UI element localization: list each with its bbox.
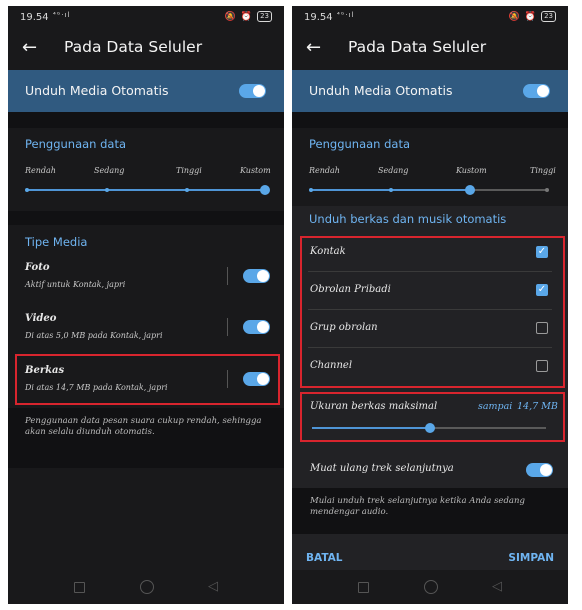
auto-download-toggle[interactable] (239, 84, 266, 98)
page-title: Pada Data Seluler (348, 38, 487, 56)
battery-icon: 23 (257, 11, 272, 22)
auto-download-toggle[interactable] (523, 84, 550, 98)
auto-download-label: Unduh Media Otomatis (25, 83, 169, 98)
media-type-title: Tipe Media (25, 235, 88, 249)
back-nav-icon[interactable]: ◁ (208, 579, 218, 594)
usage-slider-stop (25, 188, 29, 192)
usage-section-title: Penggunaan data (25, 137, 127, 151)
save-button[interactable]: SIMPAN (508, 552, 554, 564)
usage-section-title: Penggunaan data (309, 137, 411, 151)
highlight-box (300, 236, 565, 388)
usage-level-high[interactable]: Tinggi (530, 166, 556, 175)
usage-level-medium[interactable]: Sedang (378, 166, 408, 175)
media-item-name: Foto (25, 262, 50, 273)
battery-icon: 23 (541, 11, 556, 22)
usage-level-custom[interactable]: Kustom (240, 166, 271, 175)
phone-screen-right: 19.54 ⁴ᴳ·ıl 🔕 ⏰ 23 ← Pada Data Seluler U… (292, 6, 568, 604)
usage-level-low[interactable]: Rendah (309, 166, 340, 175)
media-item-sub: Aktif untuk Kontak, japri (25, 280, 126, 289)
preload-label: Muat ulang trek selanjutnya (310, 463, 454, 474)
usage-level-medium[interactable]: Sedang (94, 166, 124, 175)
status-time: 19.54 (20, 12, 49, 23)
highlight-box (300, 392, 565, 442)
home-icon[interactable] (140, 580, 154, 594)
media-item-sub: Di atas 5,0 MB pada Kontak, japri (25, 331, 163, 340)
signal-indicator: ⁴ᴳ·ıl (337, 11, 355, 19)
voice-note-info: Penggunaan data pesan suara cukup rendah… (25, 416, 262, 437)
recent-apps-icon[interactable] (74, 582, 85, 593)
back-arrow-icon[interactable]: ← (22, 37, 37, 58)
usage-slider-track[interactable] (471, 189, 547, 191)
auto-download-row[interactable]: Unduh Media Otomatis (8, 70, 284, 112)
usage-slider-thumb[interactable] (465, 185, 475, 195)
recent-apps-icon[interactable] (358, 582, 369, 593)
media-item-name: Video (25, 313, 57, 324)
home-icon[interactable] (424, 580, 438, 594)
auto-download-files-dialog: Unduh berkas dan musik otomatis Kontak ✓… (292, 206, 568, 572)
usage-level-low[interactable]: Rendah (25, 166, 56, 175)
status-bar: 19.54 ⁴ᴳ·ıl 🔕 ⏰ 23 (292, 6, 568, 28)
usage-slider-stop (185, 188, 189, 192)
app-bar: ← Pada Data Seluler (8, 28, 284, 70)
auto-download-label: Unduh Media Otomatis (309, 83, 453, 98)
alarm-icon: ⏰ (240, 11, 253, 22)
photo-toggle[interactable] (243, 269, 270, 283)
mute-icon: 🔕 (224, 11, 236, 22)
app-bar: ← Pada Data Seluler (292, 28, 568, 70)
back-arrow-icon[interactable]: ← (306, 37, 321, 58)
dialog-title: Unduh berkas dan musik otomatis (309, 212, 507, 226)
preload-note: Mulai unduh trek selanjutnya ketika Anda… (310, 496, 525, 517)
back-nav-icon[interactable]: ◁ (492, 579, 502, 594)
status-bar: 19.54 ⁴ᴳ·ıl 🔕 ⏰ 23 (8, 6, 284, 28)
page-title: Pada Data Seluler (64, 38, 203, 56)
cancel-button[interactable]: BATAL (306, 552, 342, 564)
auto-download-row[interactable]: Unduh Media Otomatis (292, 70, 568, 112)
system-nav-bar: ◁ (8, 570, 284, 604)
signal-indicator: ⁴ᴳ·ıl (53, 11, 71, 19)
usage-slider-stop (105, 188, 109, 192)
system-nav-bar: ◁ (292, 570, 568, 604)
phone-screen-left: 19.54 ⁴ᴳ·ıl 🔕 ⏰ 23 ← Pada Data Seluler U… (8, 6, 284, 604)
mute-icon: 🔕 (508, 11, 520, 22)
preload-toggle[interactable] (526, 463, 553, 477)
section-divider (8, 112, 284, 128)
section-divider (8, 211, 284, 225)
highlight-box (15, 354, 280, 405)
usage-level-high[interactable]: Tinggi (176, 166, 202, 175)
video-toggle[interactable] (243, 320, 270, 334)
status-time: 19.54 (304, 12, 333, 23)
usage-slider-thumb[interactable] (260, 185, 270, 195)
alarm-icon: ⏰ (524, 11, 537, 22)
usage-slider-track[interactable] (27, 189, 263, 191)
usage-level-custom[interactable]: Kustom (456, 166, 487, 175)
